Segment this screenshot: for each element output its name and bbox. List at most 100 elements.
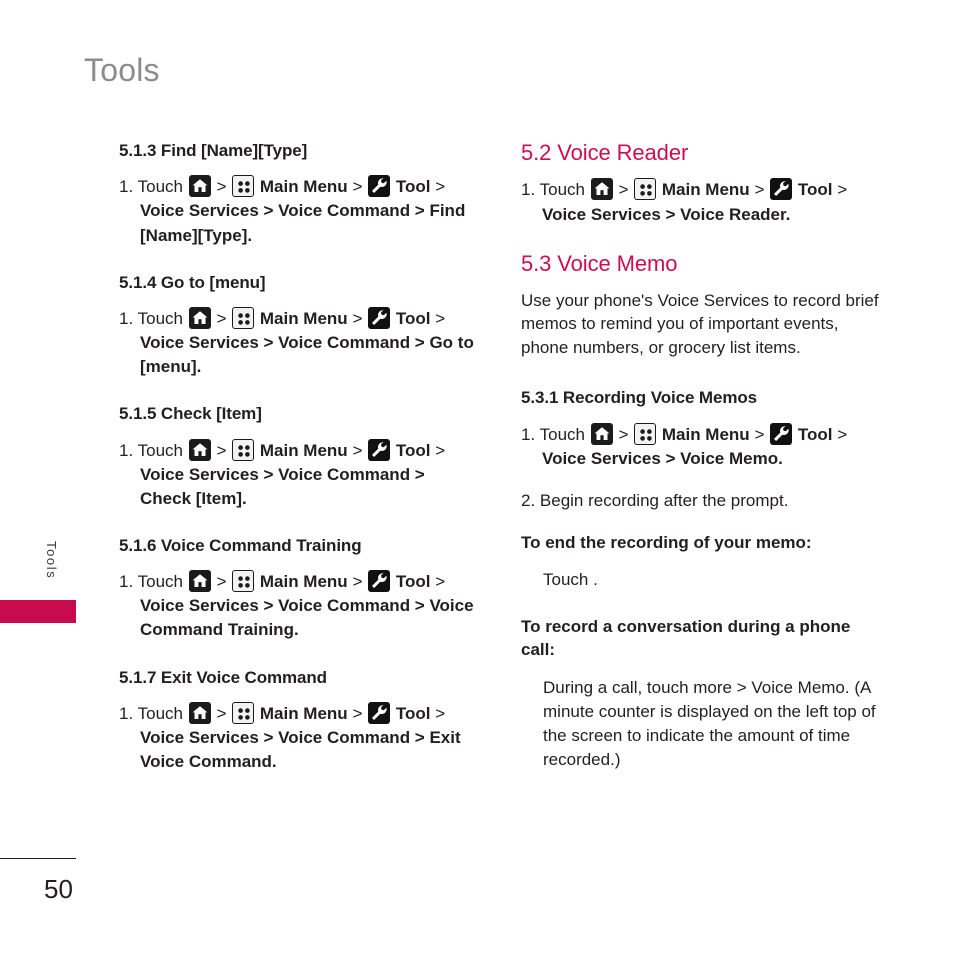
home-icon [188, 306, 211, 329]
step-lead: Touch [137, 572, 183, 592]
heading-5-3-voice-memo: 5.3 Voice Memo [521, 250, 678, 276]
chevron-separator-2: > [754, 180, 765, 200]
main-menu-grid-icon [232, 570, 255, 593]
main-menu-label: Main Menu [259, 440, 348, 460]
step-lead: Touch [137, 440, 183, 460]
step-number: 1. [521, 424, 536, 444]
chevron-separator-2: > [352, 703, 363, 723]
step-5-1-5-1: 1. Touch > Main Menu > Tool > Voice Serv… [119, 438, 477, 511]
main-menu-label: Main Menu [259, 572, 348, 592]
voice-memo-intro-paragraph: Use your phone's Voice Services to recor… [521, 291, 879, 357]
chevron-separator-3: > [837, 180, 848, 200]
heading-end-recording: To end the recording of your memo: [521, 533, 812, 553]
chevron-separator-1: > [216, 440, 227, 460]
home-icon [188, 438, 211, 461]
heading-5-1-7: 5.1.7 Exit Voice Command [119, 667, 327, 687]
end-recording-body: Touch . [543, 570, 598, 590]
side-tab-label: Tools [44, 541, 59, 580]
wrench-tool-icon [368, 306, 391, 329]
step-5-1-6-1: 1. Touch > Main Menu > Tool > Voice Serv… [119, 570, 477, 642]
step-number: 1. [119, 703, 134, 723]
step-lead: Touch [137, 308, 183, 328]
wrench-tool-icon [368, 175, 391, 198]
tool-label: Tool [395, 177, 431, 197]
tool-label: Tool [797, 180, 833, 200]
chevron-separator-1: > [216, 572, 227, 592]
heading-5-1-3: 5.1.3 Find [Name][Type] [119, 141, 308, 160]
step-5-1-7-1: 1. Touch > Main Menu > Tool > Voice Serv… [119, 701, 477, 774]
main-menu-label: Main Menu [661, 180, 750, 200]
chevron-separator-2: > [352, 440, 363, 460]
chevron-separator-3: > [435, 572, 446, 592]
wrench-tool-icon [368, 570, 391, 593]
heading-5-2-voice-reader: 5.2 Voice Reader [521, 140, 689, 165]
main-menu-label: Main Menu [259, 177, 348, 197]
step-number: 1. [521, 180, 536, 200]
step-number: 1. [119, 572, 134, 592]
main-menu-grid-icon [232, 438, 255, 461]
chevron-separator-1: > [216, 308, 227, 328]
main-menu-label: Main Menu [259, 308, 348, 328]
chevron-separator-3: > [435, 440, 446, 460]
side-tab-accent-bar [0, 600, 76, 623]
heading-5-1-6: 5.1.6 Voice Command Training [119, 535, 362, 555]
main-menu-label: Main Menu [259, 703, 348, 723]
step-5-1-3-1: 1. Touch > Main Menu > Tool > Voice Serv… [119, 175, 477, 247]
chevron-separator-1: > [618, 424, 629, 444]
tool-label: Tool [395, 703, 431, 723]
step-path-tail: Voice Services > Voice Command > Go to [… [140, 333, 474, 377]
home-icon [188, 175, 211, 198]
record-during-call-body: During a call, touch more > Voice Memo. … [543, 677, 876, 769]
main-menu-grid-icon [634, 178, 657, 201]
step-number: 1. [119, 440, 134, 460]
main-menu-grid-icon [232, 306, 255, 329]
main-menu-grid-icon [634, 422, 657, 445]
main-menu-grid-icon [232, 701, 255, 724]
footer-divider [0, 858, 76, 859]
main-menu-grid-icon [232, 175, 255, 198]
home-icon [188, 570, 211, 593]
chevron-separator-2: > [352, 572, 363, 592]
step-5-2-1: 1. Touch > Main Menu > Tool > Voice Serv… [521, 178, 879, 226]
chevron-separator-2: > [352, 308, 363, 328]
step-5-3-1-2: 2. Begin recording after the prompt. [521, 490, 789, 510]
page-number: 50 [44, 874, 73, 904]
tool-label: Tool [395, 440, 431, 460]
step-path-tail: Voice Services > Voice Reader. [542, 204, 791, 224]
page-title: Tools [84, 52, 160, 88]
tool-label: Tool [797, 424, 833, 444]
wrench-tool-icon [368, 701, 391, 724]
step-lead: Touch [539, 424, 585, 444]
step-path-tail: Voice Services > Voice Command > Check [… [140, 464, 425, 508]
step-lead: Touch [137, 703, 183, 723]
wrench-tool-icon [770, 178, 793, 201]
step-5-3-1-1: 1. Touch > Main Menu > Tool > Voice Serv… [521, 422, 879, 471]
main-menu-label: Main Menu [661, 424, 750, 444]
heading-record-during-call: To record a conversation during a phone … [521, 616, 851, 660]
heading-5-1-4: 5.1.4 Go to [menu] [119, 272, 266, 292]
step-path-tail: Voice Services > Voice Memo. [542, 448, 783, 468]
step-lead: Touch [539, 180, 585, 200]
chevron-separator-1: > [618, 180, 629, 200]
heading-5-1-5: 5.1.5 Check [Item] [119, 404, 262, 424]
tool-label: Tool [395, 572, 431, 592]
home-icon [590, 178, 613, 201]
heading-5-3-1-recording-voice-memos: 5.3.1 Recording Voice Memos [521, 388, 758, 408]
wrench-tool-icon [770, 422, 793, 445]
step-number: 1. [119, 308, 134, 328]
home-icon [590, 422, 613, 445]
chevron-separator-2: > [352, 177, 363, 197]
chevron-separator-1: > [216, 703, 227, 723]
chevron-separator-3: > [435, 308, 446, 328]
tool-label: Tool [395, 308, 431, 328]
step-path-tail: Voice Services > Voice Command > Exit Vo… [140, 727, 461, 771]
chevron-separator-3: > [435, 177, 446, 197]
chevron-separator-2: > [754, 424, 765, 444]
chevron-separator-3: > [837, 424, 848, 444]
step-5-1-4-1: 1. Touch > Main Menu > Tool > Voice Serv… [119, 306, 477, 379]
chevron-separator-3: > [435, 703, 446, 723]
right-column: 5.2 Voice Reader 1. Touch > Main Menu > … [521, 140, 879, 788]
step-lead: Touch [137, 177, 183, 197]
step-path-tail: Voice Services > Voice Command > Voice C… [140, 596, 474, 640]
